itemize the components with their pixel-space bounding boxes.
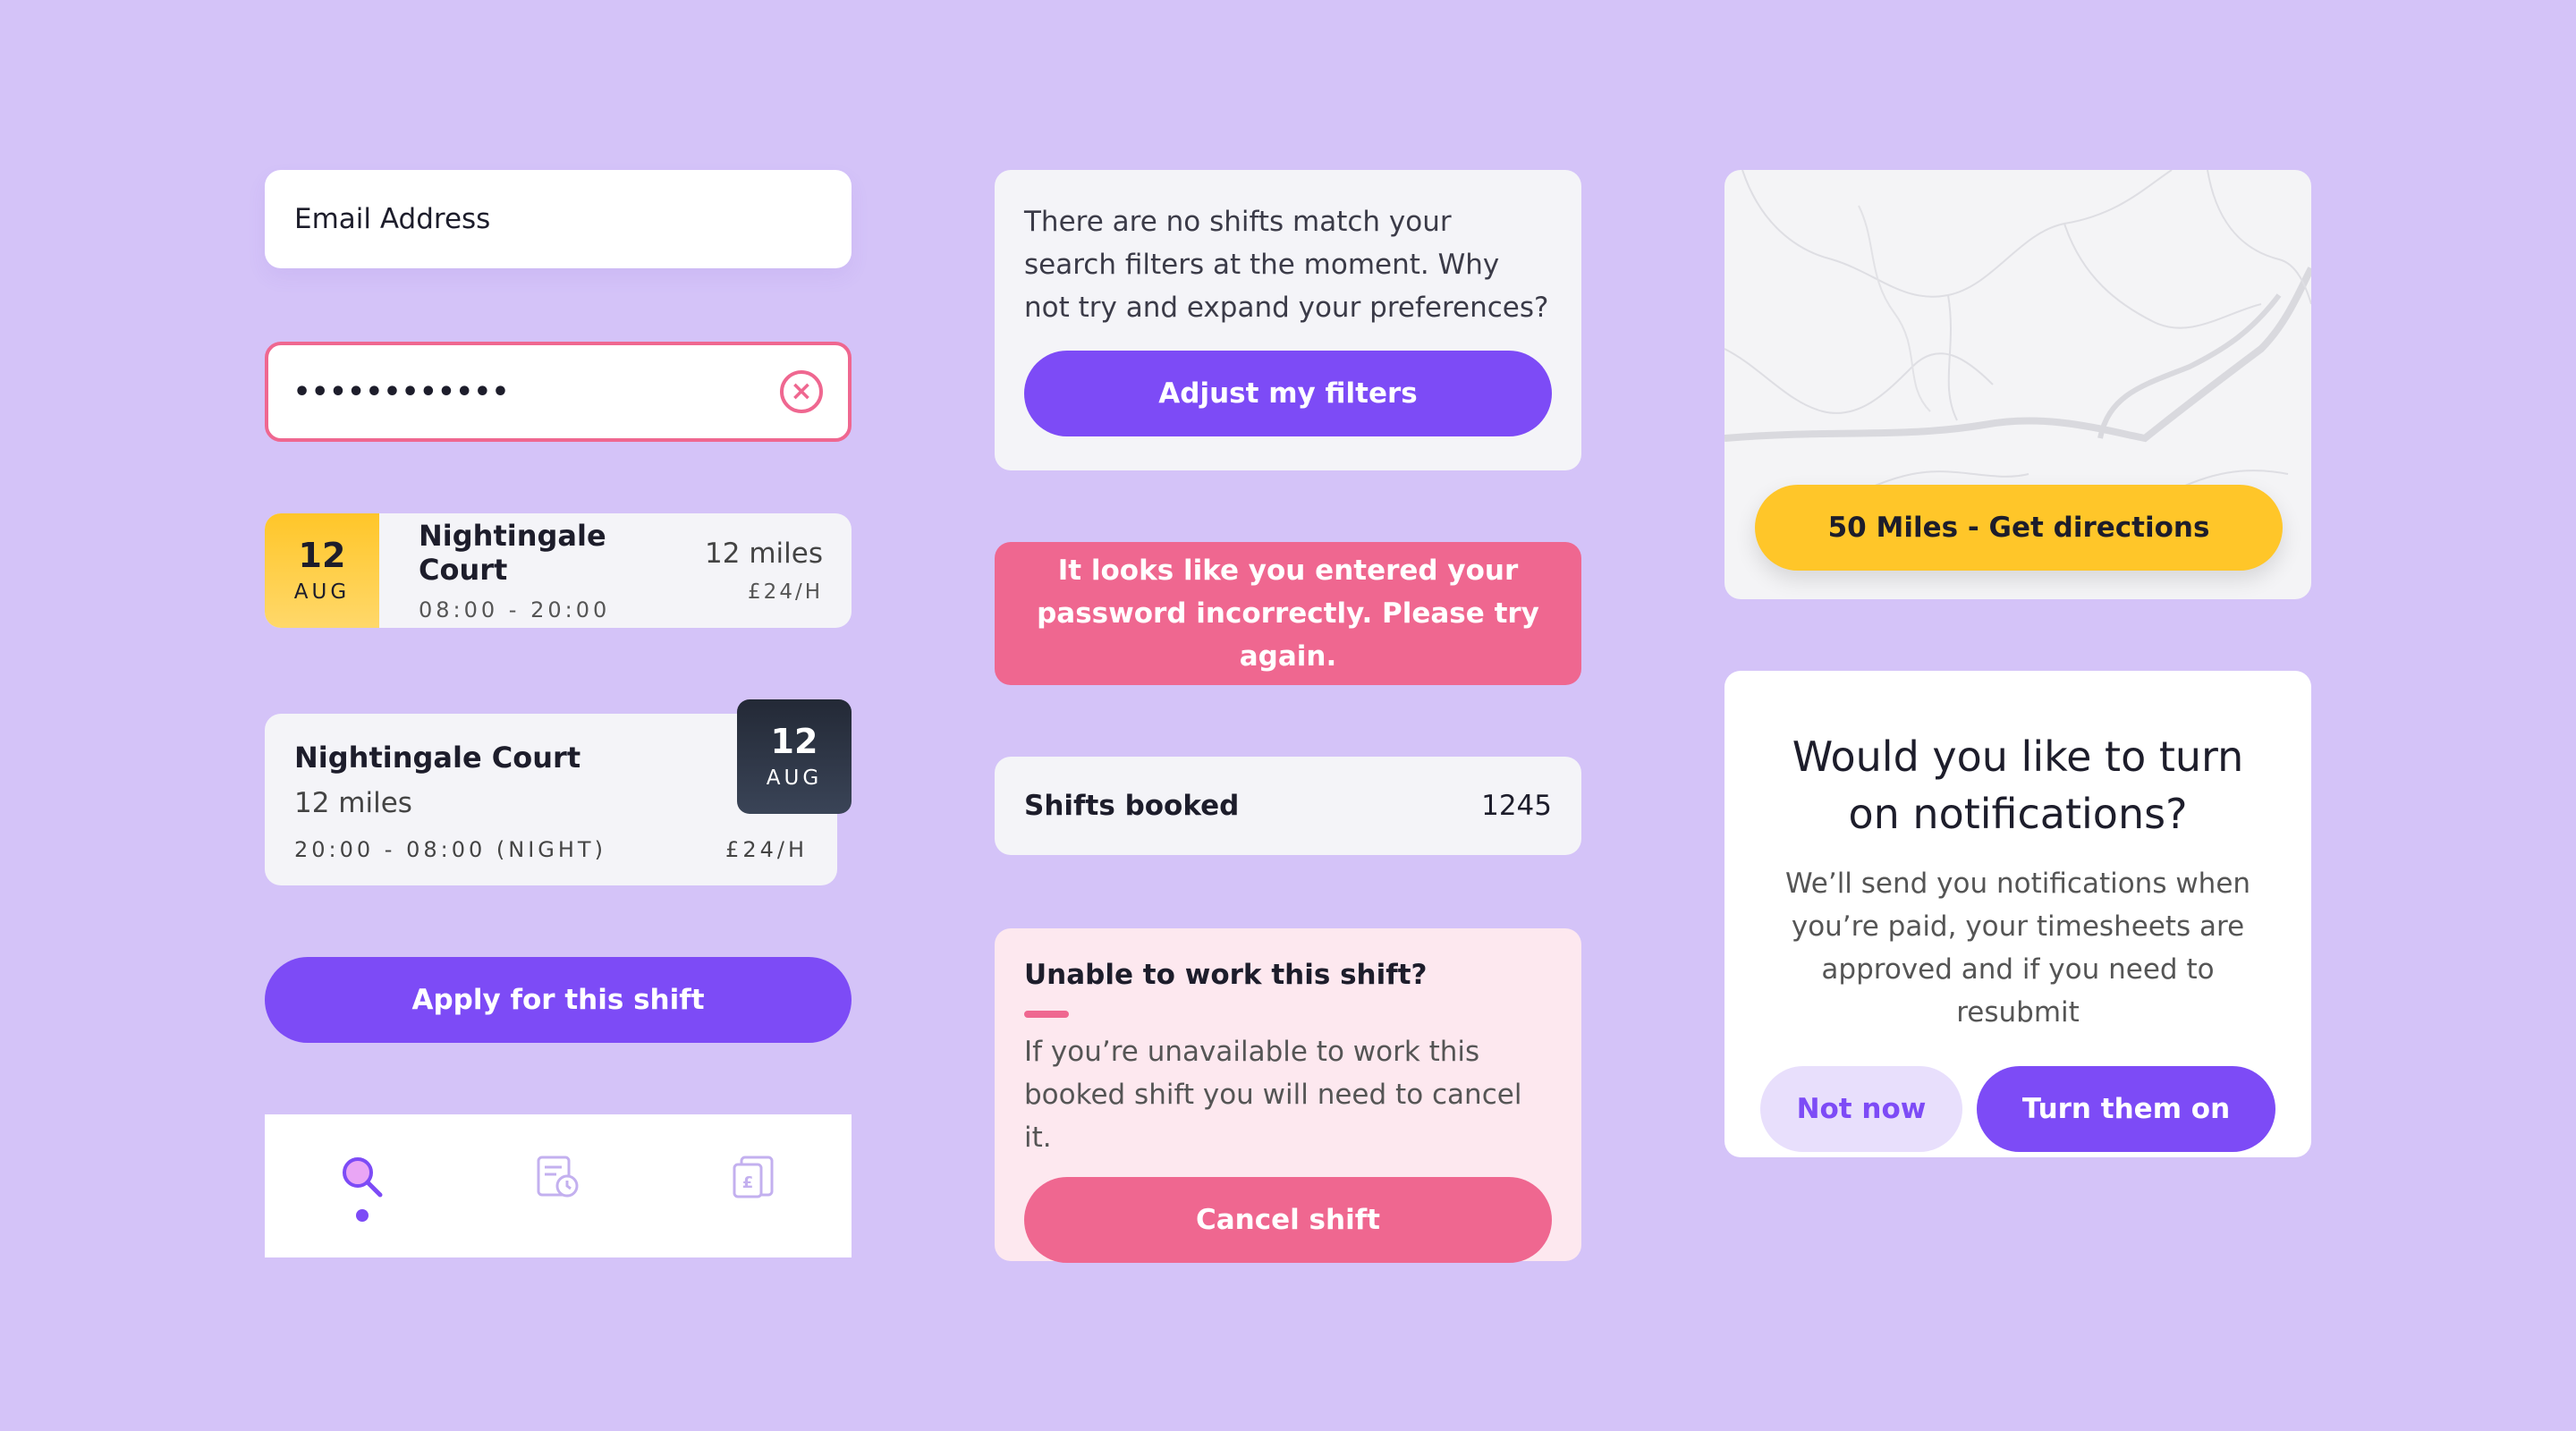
payslip-icon: £ bbox=[733, 1156, 774, 1198]
password-value: •••••••••••• bbox=[293, 376, 511, 408]
shift-card[interactable]: 12 AUG Nightingale Court 08:00 - 20:00 1… bbox=[265, 513, 852, 628]
clear-error-icon[interactable]: × bbox=[780, 370, 823, 413]
adjust-filters-button[interactable]: Adjust my filters bbox=[1024, 351, 1552, 436]
no-results-message: There are no shifts match your search fi… bbox=[1024, 206, 1549, 324]
shift-distance: 12 miles bbox=[705, 538, 823, 570]
notification-title: Would you like to turn on notifications? bbox=[1792, 732, 2244, 838]
cancel-shift-card: Unable to work this shift? If you’re una… bbox=[995, 928, 1581, 1263]
email-placeholder: Email Address bbox=[294, 203, 491, 235]
date-day: 12 bbox=[770, 722, 818, 762]
cancel-card-body: If you’re unavailable to work this booke… bbox=[1024, 1036, 1522, 1154]
accent-divider bbox=[1024, 1011, 1069, 1018]
cancel-card-title: Unable to work this shift? bbox=[1024, 959, 1428, 991]
tab-timesheets[interactable] bbox=[531, 1154, 585, 1225]
shift-rate: £24/H bbox=[725, 837, 808, 862]
tab-payslips[interactable]: £ bbox=[727, 1154, 781, 1225]
stat-label: Shifts booked bbox=[1024, 790, 1240, 822]
stat-row: Shifts booked 1245 bbox=[995, 757, 1581, 855]
shift-location: Nightingale Court bbox=[294, 741, 581, 775]
not-now-button[interactable]: Not now bbox=[1760, 1066, 1962, 1152]
active-indicator bbox=[356, 1209, 369, 1222]
get-directions-button[interactable]: 50 Miles - Get directions bbox=[1755, 485, 2283, 571]
tab-bar: £ bbox=[265, 1114, 852, 1257]
shift-time: 08:00 - 20:00 bbox=[419, 597, 611, 622]
date-month: AUG bbox=[766, 766, 823, 790]
email-field[interactable]: Email Address bbox=[265, 170, 852, 268]
shift-time: 20:00 - 08:00 (NIGHT) bbox=[294, 837, 606, 862]
notification-body: We’ll send you notifications when you’re… bbox=[1784, 868, 2251, 1029]
shift-rate: £24/H bbox=[748, 580, 823, 604]
tab-search[interactable] bbox=[335, 1154, 389, 1225]
map-card[interactable]: 50 Miles - Get directions bbox=[1724, 170, 2311, 599]
stat-value: 1245 bbox=[1481, 790, 1552, 822]
error-banner: It looks like you entered your password … bbox=[995, 542, 1581, 685]
shift-location: Nightingale Court bbox=[419, 519, 606, 587]
search-icon bbox=[343, 1157, 383, 1198]
password-field[interactable]: •••••••••••• × bbox=[265, 342, 852, 442]
timesheet-icon bbox=[537, 1156, 579, 1198]
notification-prompt: Would you like to turn on notifications?… bbox=[1724, 671, 2311, 1157]
no-results-card: There are no shifts match your search fi… bbox=[995, 170, 1581, 470]
date-month: AUG bbox=[293, 580, 351, 604]
date-day: 12 bbox=[298, 536, 346, 576]
shift-distance: 12 miles bbox=[294, 787, 412, 819]
date-badge-dark: 12 AUG bbox=[737, 699, 852, 814]
turn-on-notifications-button[interactable]: Turn them on bbox=[1977, 1066, 2275, 1152]
svg-text:£: £ bbox=[741, 1173, 753, 1192]
apply-shift-button[interactable]: Apply for this shift bbox=[265, 957, 852, 1043]
date-badge: 12 AUG bbox=[265, 513, 379, 628]
cancel-shift-button[interactable]: Cancel shift bbox=[1024, 1177, 1552, 1263]
